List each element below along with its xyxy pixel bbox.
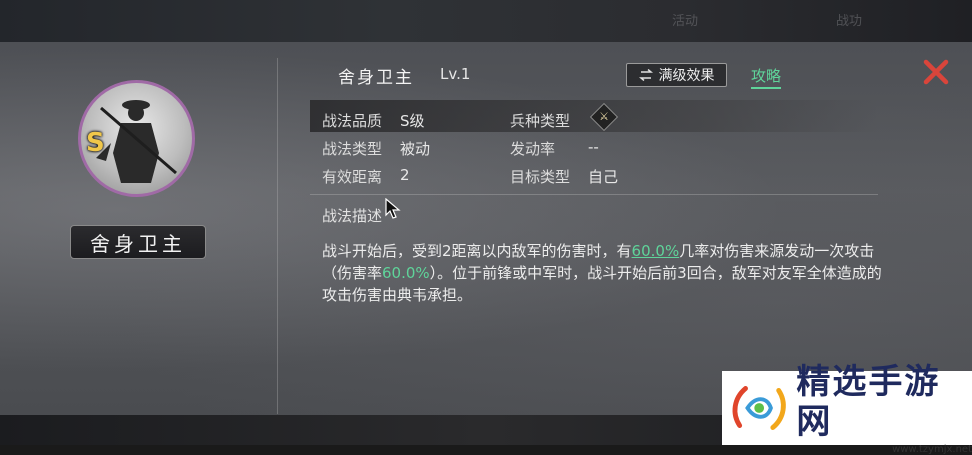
type-value: 被动	[400, 140, 431, 158]
panel-content: S 舍身卫主	[0, 42, 972, 415]
trigger-rate-highlight: 60.0%	[631, 242, 680, 260]
mouse-cursor-icon	[385, 198, 401, 219]
troop-label: 兵种类型	[510, 112, 571, 130]
target-label: 目标类型	[510, 168, 571, 186]
quality-label: 战法品质	[322, 112, 383, 130]
swap-arrows-icon	[638, 69, 653, 81]
trigger-value: --	[588, 138, 599, 156]
watermark: 精选手游网 www.tzymjx.net	[722, 362, 972, 455]
damage-rate-highlight: 60.0%	[382, 264, 430, 282]
close-button[interactable]	[921, 57, 951, 87]
range-value: 2	[400, 166, 410, 184]
watermark-url: www.tzymjx.net	[892, 443, 972, 455]
guide-link[interactable]: 攻略	[751, 65, 782, 89]
grade-badge: S	[86, 128, 105, 158]
faded-tab-label: 战功	[836, 14, 863, 29]
watermark-title: 精选手游网	[796, 361, 941, 442]
close-x-icon	[923, 59, 949, 85]
skill-level: Lv.1	[440, 65, 471, 83]
section-divider	[310, 194, 878, 195]
range-label: 有效距离	[322, 168, 383, 186]
type-label: 战法类型	[322, 140, 383, 158]
quality-value: S级	[400, 112, 425, 130]
top-strip: 活动 战功	[0, 0, 972, 42]
description-text: 战斗开始后，受到2距离以内敌军的伤害时，有	[322, 242, 632, 260]
max-effect-label: 满级效果	[658, 68, 715, 84]
watermark-text: 精选手游网 www.tzymjx.net	[796, 362, 972, 455]
column-divider	[277, 58, 278, 414]
skill-title: 舍身卫主	[338, 68, 414, 88]
max-effect-button[interactable]: 满级效果	[626, 63, 727, 87]
description-title: 战法描述	[322, 207, 383, 225]
watermark-logo	[732, 386, 786, 430]
description-body: 战斗开始后，受到2距离以内敌军的伤害时，有60.0%几率对伤害来源发动一次攻击（…	[322, 240, 882, 306]
faded-tab-label: 活动	[672, 14, 699, 29]
skill-name-plate: 舍身卫主	[70, 225, 206, 259]
trigger-label: 发动率	[510, 140, 556, 158]
target-value: 自己	[588, 168, 619, 186]
